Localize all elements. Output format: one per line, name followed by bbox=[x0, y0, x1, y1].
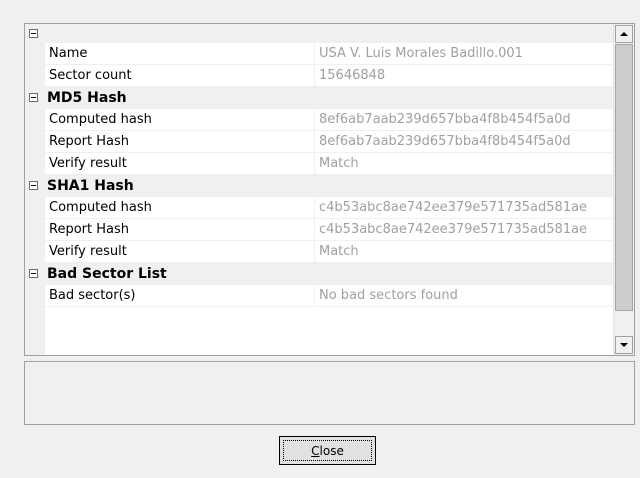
property-value[interactable]: 8ef6ab7aab239d657bba4f8b454f5a0d bbox=[315, 109, 609, 130]
description-panel bbox=[24, 361, 635, 425]
property-value[interactable]: Match bbox=[315, 153, 609, 174]
grid-header-row[interactable] bbox=[25, 24, 613, 43]
property-name: Sector count bbox=[45, 65, 315, 86]
grid-category-row[interactable]: Bad Sector List bbox=[25, 263, 613, 285]
scroll-up-arrow-icon bbox=[620, 32, 628, 36]
property-value[interactable]: No bad sectors found bbox=[315, 285, 609, 306]
category-label: SHA1 Hash bbox=[47, 178, 134, 194]
collapse-minus-icon[interactable] bbox=[29, 93, 38, 102]
property-name: Bad sector(s) bbox=[45, 285, 315, 306]
collapse-minus-icon[interactable] bbox=[29, 29, 38, 38]
grid-category-row[interactable]: MD5 Hash bbox=[25, 87, 613, 109]
scroll-up-button[interactable] bbox=[615, 25, 633, 43]
property-grid-rows: Name USA V. Luis Morales Badillo.001 Secto… bbox=[25, 24, 613, 355]
property-value[interactable]: c4b53abc8ae742ee379e571735ad581ae bbox=[315, 197, 609, 218]
property-name: Verify result bbox=[45, 241, 315, 262]
collapse-minus-icon[interactable] bbox=[29, 181, 38, 190]
scroll-down-button[interactable] bbox=[615, 336, 633, 354]
property-value[interactable]: 8ef6ab7aab239d657bba4f8b454f5a0d bbox=[315, 131, 609, 152]
scroll-down-arrow-icon bbox=[620, 343, 628, 347]
close-button-label: Close bbox=[311, 443, 344, 458]
grid-property-row[interactable]: Report Hash c4b53abc8ae742ee379e571735ad5… bbox=[25, 219, 613, 241]
category-label: Bad Sector List bbox=[47, 266, 167, 282]
property-value[interactable]: 15646848 bbox=[315, 65, 609, 86]
grid-property-row[interactable]: Computed hash c4b53abc8ae742ee379e571735a… bbox=[25, 197, 613, 219]
property-name: Computed hash bbox=[45, 109, 315, 130]
grid-property-row[interactable]: Bad sector(s) No bad sectors found bbox=[25, 285, 613, 307]
property-value[interactable]: c4b53abc8ae742ee379e571735ad581ae bbox=[315, 219, 609, 240]
vertical-scrollbar[interactable] bbox=[613, 24, 634, 355]
grid-category-row[interactable]: SHA1 Hash bbox=[25, 175, 613, 197]
property-name: Report Hash bbox=[45, 219, 315, 240]
property-grid: Name USA V. Luis Morales Badillo.001 Secto… bbox=[24, 23, 635, 356]
category-label: MD5 Hash bbox=[47, 90, 127, 106]
grid-property-row[interactable]: Computed hash 8ef6ab7aab239d657bba4f8b454… bbox=[25, 109, 613, 131]
property-name: Report Hash bbox=[45, 131, 315, 152]
property-value[interactable]: Match bbox=[315, 241, 609, 262]
property-value[interactable]: USA V. Luis Morales Badillo.001 bbox=[315, 43, 609, 64]
grid-property-row[interactable]: Verify result Match bbox=[25, 241, 613, 263]
close-button[interactable]: Close bbox=[279, 436, 376, 465]
grid-property-row[interactable]: Name USA V. Luis Morales Badillo.001 bbox=[25, 43, 613, 65]
scrollbar-thumb[interactable] bbox=[615, 44, 633, 311]
property-name: Name bbox=[45, 43, 315, 64]
property-name: Verify result bbox=[45, 153, 315, 174]
grid-property-row[interactable]: Verify result Match bbox=[25, 153, 613, 175]
grid-property-row[interactable]: Sector count 15646848 bbox=[25, 65, 613, 87]
property-name: Computed hash bbox=[45, 197, 315, 218]
grid-property-row[interactable]: Report Hash 8ef6ab7aab239d657bba4f8b454f5… bbox=[25, 131, 613, 153]
collapse-minus-icon[interactable] bbox=[29, 269, 38, 278]
